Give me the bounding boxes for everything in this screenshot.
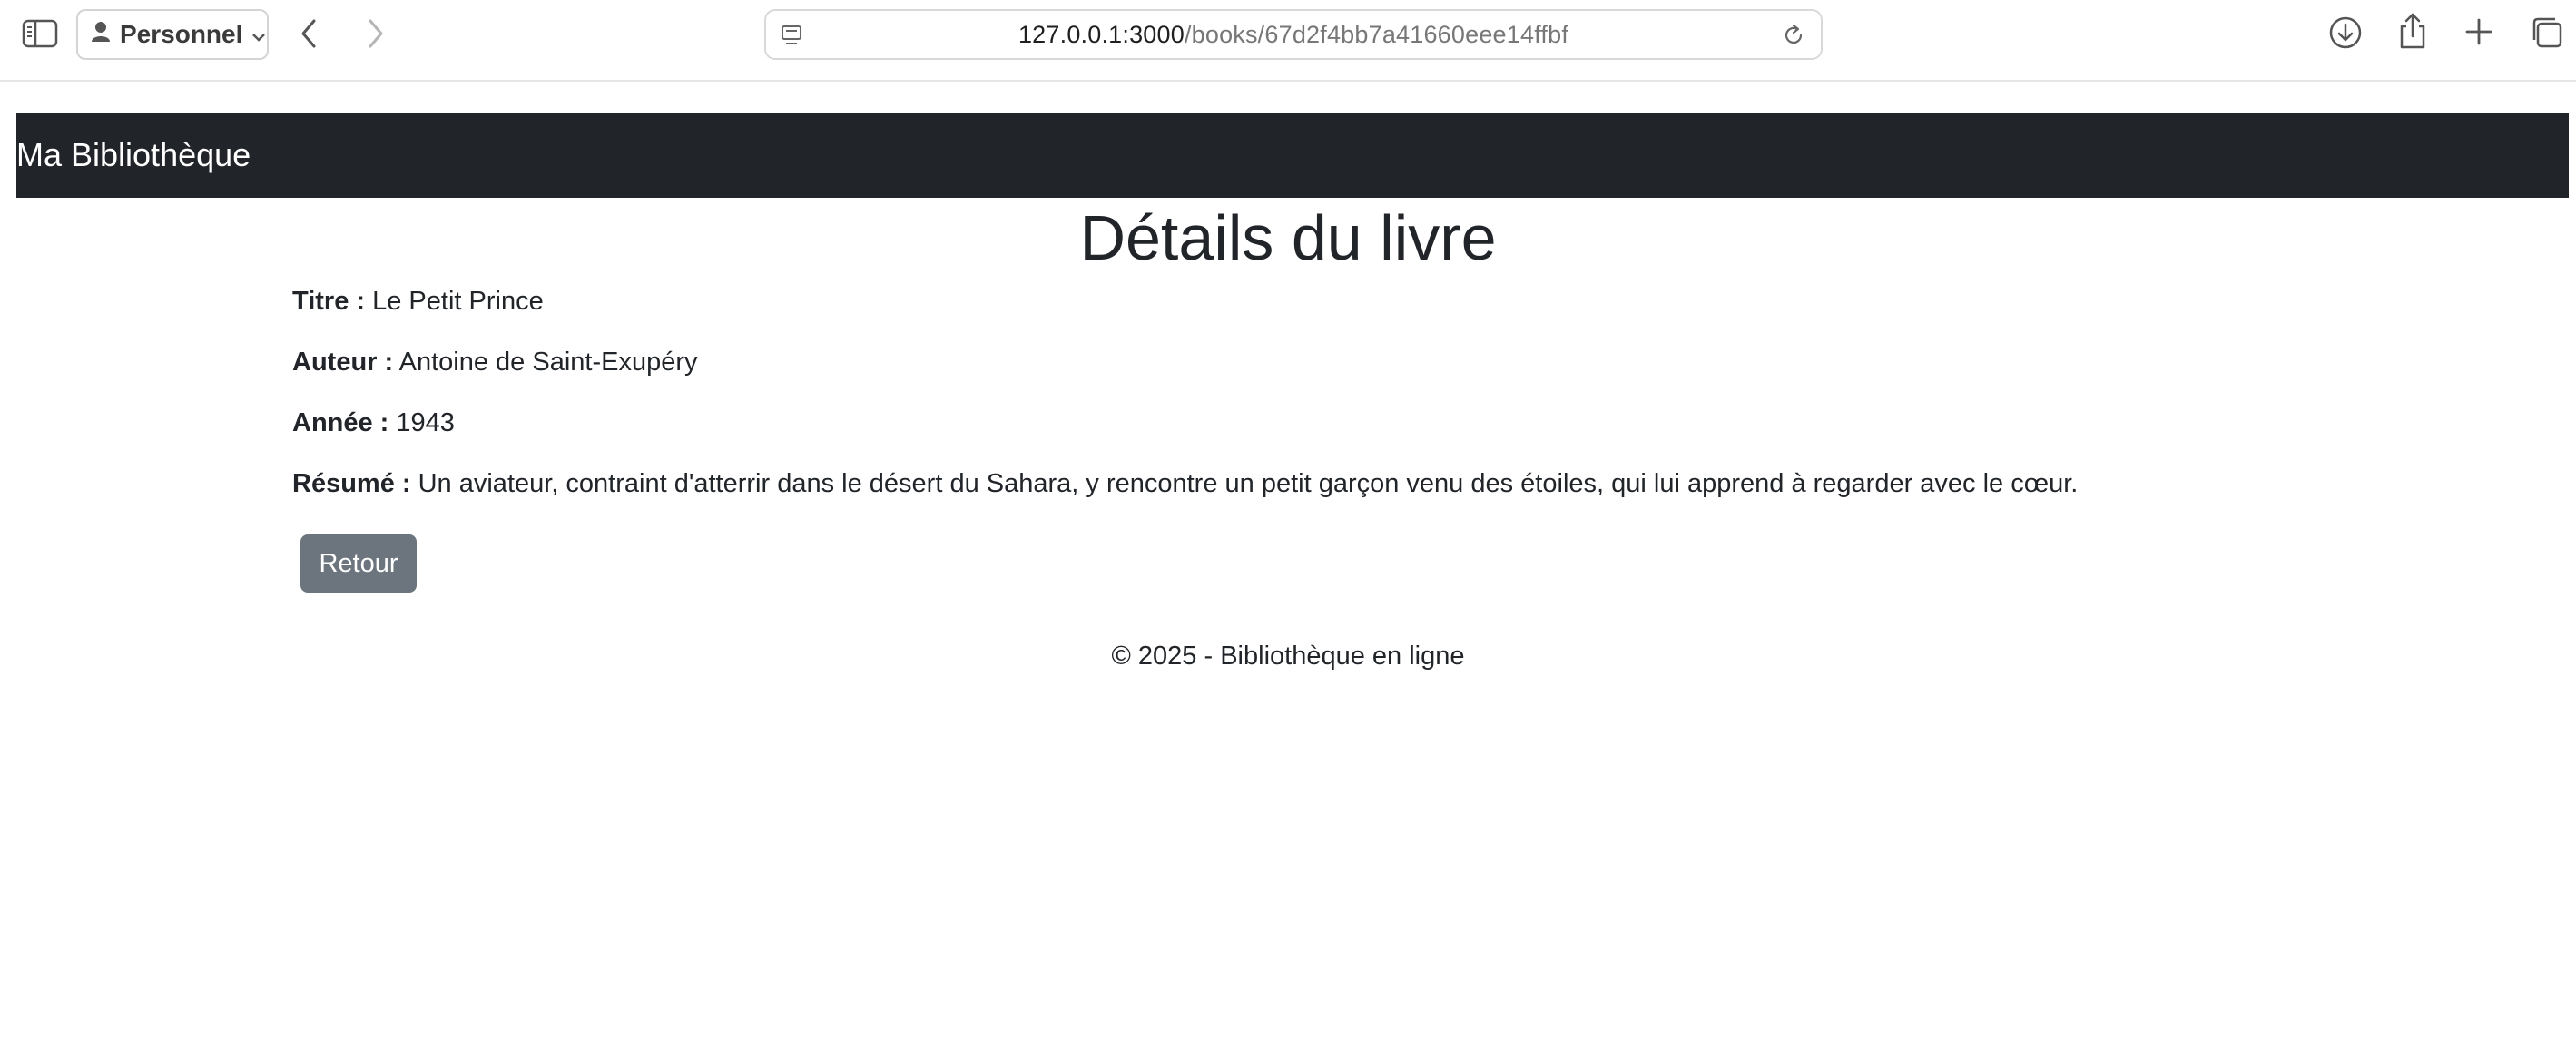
sidebar-icon[interactable] xyxy=(22,18,58,49)
field-author: Auteur : Antoine de Saint-Exupéry xyxy=(292,344,698,380)
tabs-overview-icon[interactable] xyxy=(2529,15,2565,51)
url-path: /books/67d2f4bb7a41660eee14ffbf xyxy=(1184,20,1569,48)
share-icon[interactable] xyxy=(2396,11,2429,51)
field-value: Le Petit Prince xyxy=(372,287,544,316)
person-icon xyxy=(91,20,111,49)
download-icon[interactable] xyxy=(2327,15,2364,51)
page-footer: © 2025 - Bibliothèque en ligne xyxy=(1111,642,1465,671)
browser-toolbar: Personnel 127.0.0.1:3000/books/67d2f4bb7… xyxy=(0,0,2576,82)
field-label: Titre : xyxy=(292,287,366,316)
profile-label: Personnel xyxy=(120,20,243,48)
page-title: Détails du livre xyxy=(1079,202,1497,273)
field-label: Résumé : xyxy=(292,469,411,498)
field-value: 1943 xyxy=(396,408,455,437)
navbar-brand-link[interactable]: Ma Bibliothèque xyxy=(16,139,251,172)
url-host: 127.0.0.1:3000 xyxy=(1018,20,1185,48)
url-text: 127.0.0.1:3000/books/67d2f4bb7a41660eee1… xyxy=(766,11,1821,58)
address-bar[interactable]: 127.0.0.1:3000/books/67d2f4bb7a41660eee1… xyxy=(764,9,1823,60)
field-value: Un aviateur, contraint d'atterrir dans l… xyxy=(418,469,2079,498)
field-year: Année : 1943 xyxy=(292,405,455,441)
new-tab-icon[interactable] xyxy=(2463,16,2494,47)
back-icon[interactable] xyxy=(296,16,323,51)
reload-icon[interactable] xyxy=(1781,23,1806,53)
field-label: Auteur : xyxy=(292,348,394,377)
field-value: Antoine de Saint-Exupéry xyxy=(398,348,698,377)
forward-icon[interactable] xyxy=(361,16,388,51)
site-navbar: Ma Bibliothèque xyxy=(16,113,2569,198)
back-button[interactable]: Retour xyxy=(300,534,417,593)
field-title: Titre : Le Petit Prince xyxy=(292,283,544,319)
chevron-down-icon xyxy=(251,20,266,49)
profile-selector[interactable]: Personnel xyxy=(76,9,269,60)
field-summary: Résumé : Un aviateur, contraint d'atterr… xyxy=(292,466,2078,502)
field-label: Année : xyxy=(292,408,389,437)
